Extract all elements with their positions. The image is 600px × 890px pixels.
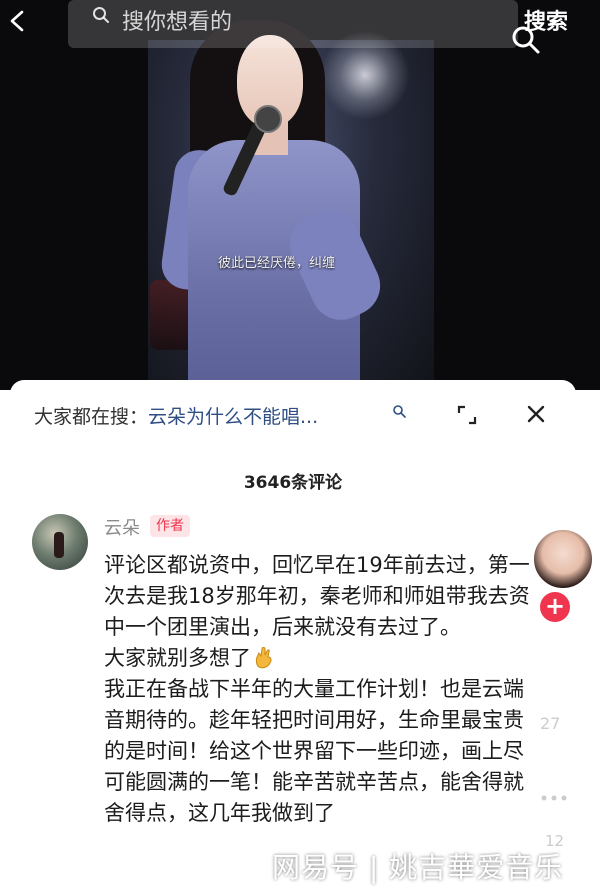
microphone-head xyxy=(254,105,282,133)
hot-search-link[interactable]: 大家都在搜：云朵为什么不能唱... xyxy=(34,402,318,429)
video-subtitle: 彼此已经厌倦，纠缠 xyxy=(218,256,336,271)
comment-author[interactable]: 云朵 xyxy=(104,514,140,540)
search-placeholder: 搜你想看的 xyxy=(122,10,233,35)
comment-icon[interactable] xyxy=(528,776,580,824)
hot-search-prefix: 大家都在搜： xyxy=(34,406,149,428)
avatar-figure xyxy=(54,532,64,558)
comment-text-part: 评论区都说资中，回忆早在19年前去过，第一次去是我18岁那年初，秦老师和师姐带我… xyxy=(104,553,530,670)
watermark: 网易号 | 姚吉華爱音乐 xyxy=(272,851,564,884)
comments-panel: 大家都在搜：云朵为什么不能唱... 3646条评论 云朵 作者 评论区都说资中，… xyxy=(10,380,576,890)
search-icon xyxy=(93,7,109,23)
hot-search-query[interactable]: 云朵为什么不能唱... xyxy=(148,406,318,428)
avatar[interactable] xyxy=(32,514,88,570)
search-icon[interactable] xyxy=(392,404,406,418)
comment-count: 3646条评论 xyxy=(243,473,343,493)
search-input[interactable]: 搜你想看的 xyxy=(68,0,518,48)
comment-text: 评论区都说资中，回忆早在19年前去过，第一次去是我18岁那年初，秦老师和师姐带我… xyxy=(104,550,534,829)
screen: 彼此已经厌倦，纠缠 搜你想看的 搜索 大家都在搜：云朵为什么不能唱... 364… xyxy=(0,0,600,890)
heart-icon[interactable] xyxy=(530,656,580,706)
back-icon[interactable] xyxy=(8,10,30,32)
like-count: 27 xyxy=(540,714,561,733)
video-player[interactable]: 彼此已经厌倦，纠缠 xyxy=(0,0,600,390)
crossed-fingers-emoji-icon xyxy=(255,647,272,669)
creator-avatar[interactable] xyxy=(532,528,594,590)
expand-icon[interactable] xyxy=(456,404,478,426)
close-icon[interactable] xyxy=(524,402,548,426)
follow-plus-icon[interactable]: + xyxy=(540,592,570,622)
comment-text-part: 我正在备战下半年的大量工作计划！也是云端音期待的。趁年轻把时间用好，生命里最宝贵… xyxy=(104,677,524,825)
author-badge: 作者 xyxy=(150,515,190,537)
search-icon[interactable] xyxy=(510,24,542,56)
